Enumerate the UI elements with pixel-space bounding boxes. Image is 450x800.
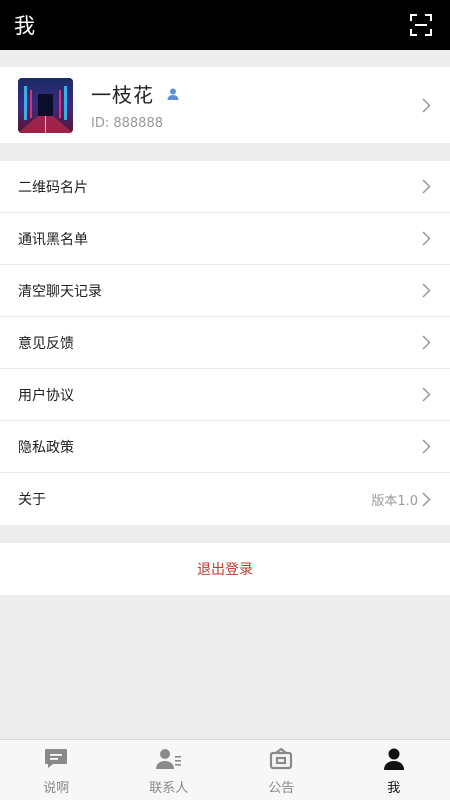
chevron-right-icon: [420, 491, 432, 507]
menu-item-label: 关于: [18, 492, 46, 508]
me-icon: [381, 747, 407, 771]
chat-icon: [43, 747, 69, 771]
menu-item-privacy-policy[interactable]: 隐私政策: [0, 421, 450, 473]
contacts-icon: [155, 747, 182, 771]
announcement-icon: [268, 747, 294, 771]
logout-label: 退出登录: [197, 562, 253, 578]
tab-label: 说啊: [43, 781, 70, 796]
version-text: 版本1.0: [371, 493, 418, 509]
top-bar: 我: [0, 0, 450, 50]
user-badge-icon: [166, 87, 180, 101]
settings-menu: 二维码名片 通讯黑名单 清空聊天记录 意见反馈 用户协议 隐私政策 关于 版本1…: [0, 161, 450, 525]
chevron-right-icon: [420, 97, 432, 113]
tab-chat[interactable]: 说啊: [0, 740, 113, 800]
tab-label: 我: [387, 781, 401, 796]
profile-name: 一枝花: [91, 83, 154, 107]
menu-item-label: 通讯黑名单: [18, 231, 88, 248]
chevron-right-icon: [420, 387, 432, 403]
menu-item-feedback[interactable]: 意见反馈: [0, 317, 450, 369]
chevron-right-icon: [420, 179, 432, 195]
page-title: 我: [14, 14, 35, 38]
scan-icon[interactable]: [408, 12, 434, 38]
bottom-tab-bar: 说啊 联系人 公告 我: [0, 739, 450, 800]
chevron-right-icon: [420, 231, 432, 247]
profile-card[interactable]: 一枝花 ID: 888888: [0, 67, 450, 143]
menu-item-label: 二维码名片: [18, 179, 88, 196]
chevron-right-icon: [420, 439, 432, 455]
menu-item-about[interactable]: 关于 版本1.0: [0, 473, 450, 525]
avatar[interactable]: [18, 77, 73, 133]
menu-item-label: 隐私政策: [18, 439, 74, 456]
menu-item-blacklist[interactable]: 通讯黑名单: [0, 213, 450, 265]
tab-me[interactable]: 我: [338, 740, 450, 800]
menu-item-label: 用户协议: [18, 387, 74, 404]
tab-label: 公告: [268, 781, 295, 796]
logout-button[interactable]: 退出登录: [0, 543, 450, 595]
menu-item-qr-card[interactable]: 二维码名片: [0, 161, 450, 213]
profile-id: ID: 888888: [91, 116, 163, 131]
menu-item-label: 清空聊天记录: [18, 283, 102, 300]
chevron-right-icon: [420, 283, 432, 299]
chevron-right-icon: [420, 335, 432, 351]
menu-item-user-agreement[interactable]: 用户协议: [0, 369, 450, 421]
menu-item-clear-chat[interactable]: 清空聊天记录: [0, 265, 450, 317]
tab-contacts[interactable]: 联系人: [113, 740, 226, 800]
profile-info: 一枝花 ID: 888888: [91, 79, 420, 131]
tab-label: 联系人: [149, 781, 189, 796]
menu-item-label: 意见反馈: [18, 335, 74, 352]
tab-announcement[interactable]: 公告: [225, 740, 338, 800]
